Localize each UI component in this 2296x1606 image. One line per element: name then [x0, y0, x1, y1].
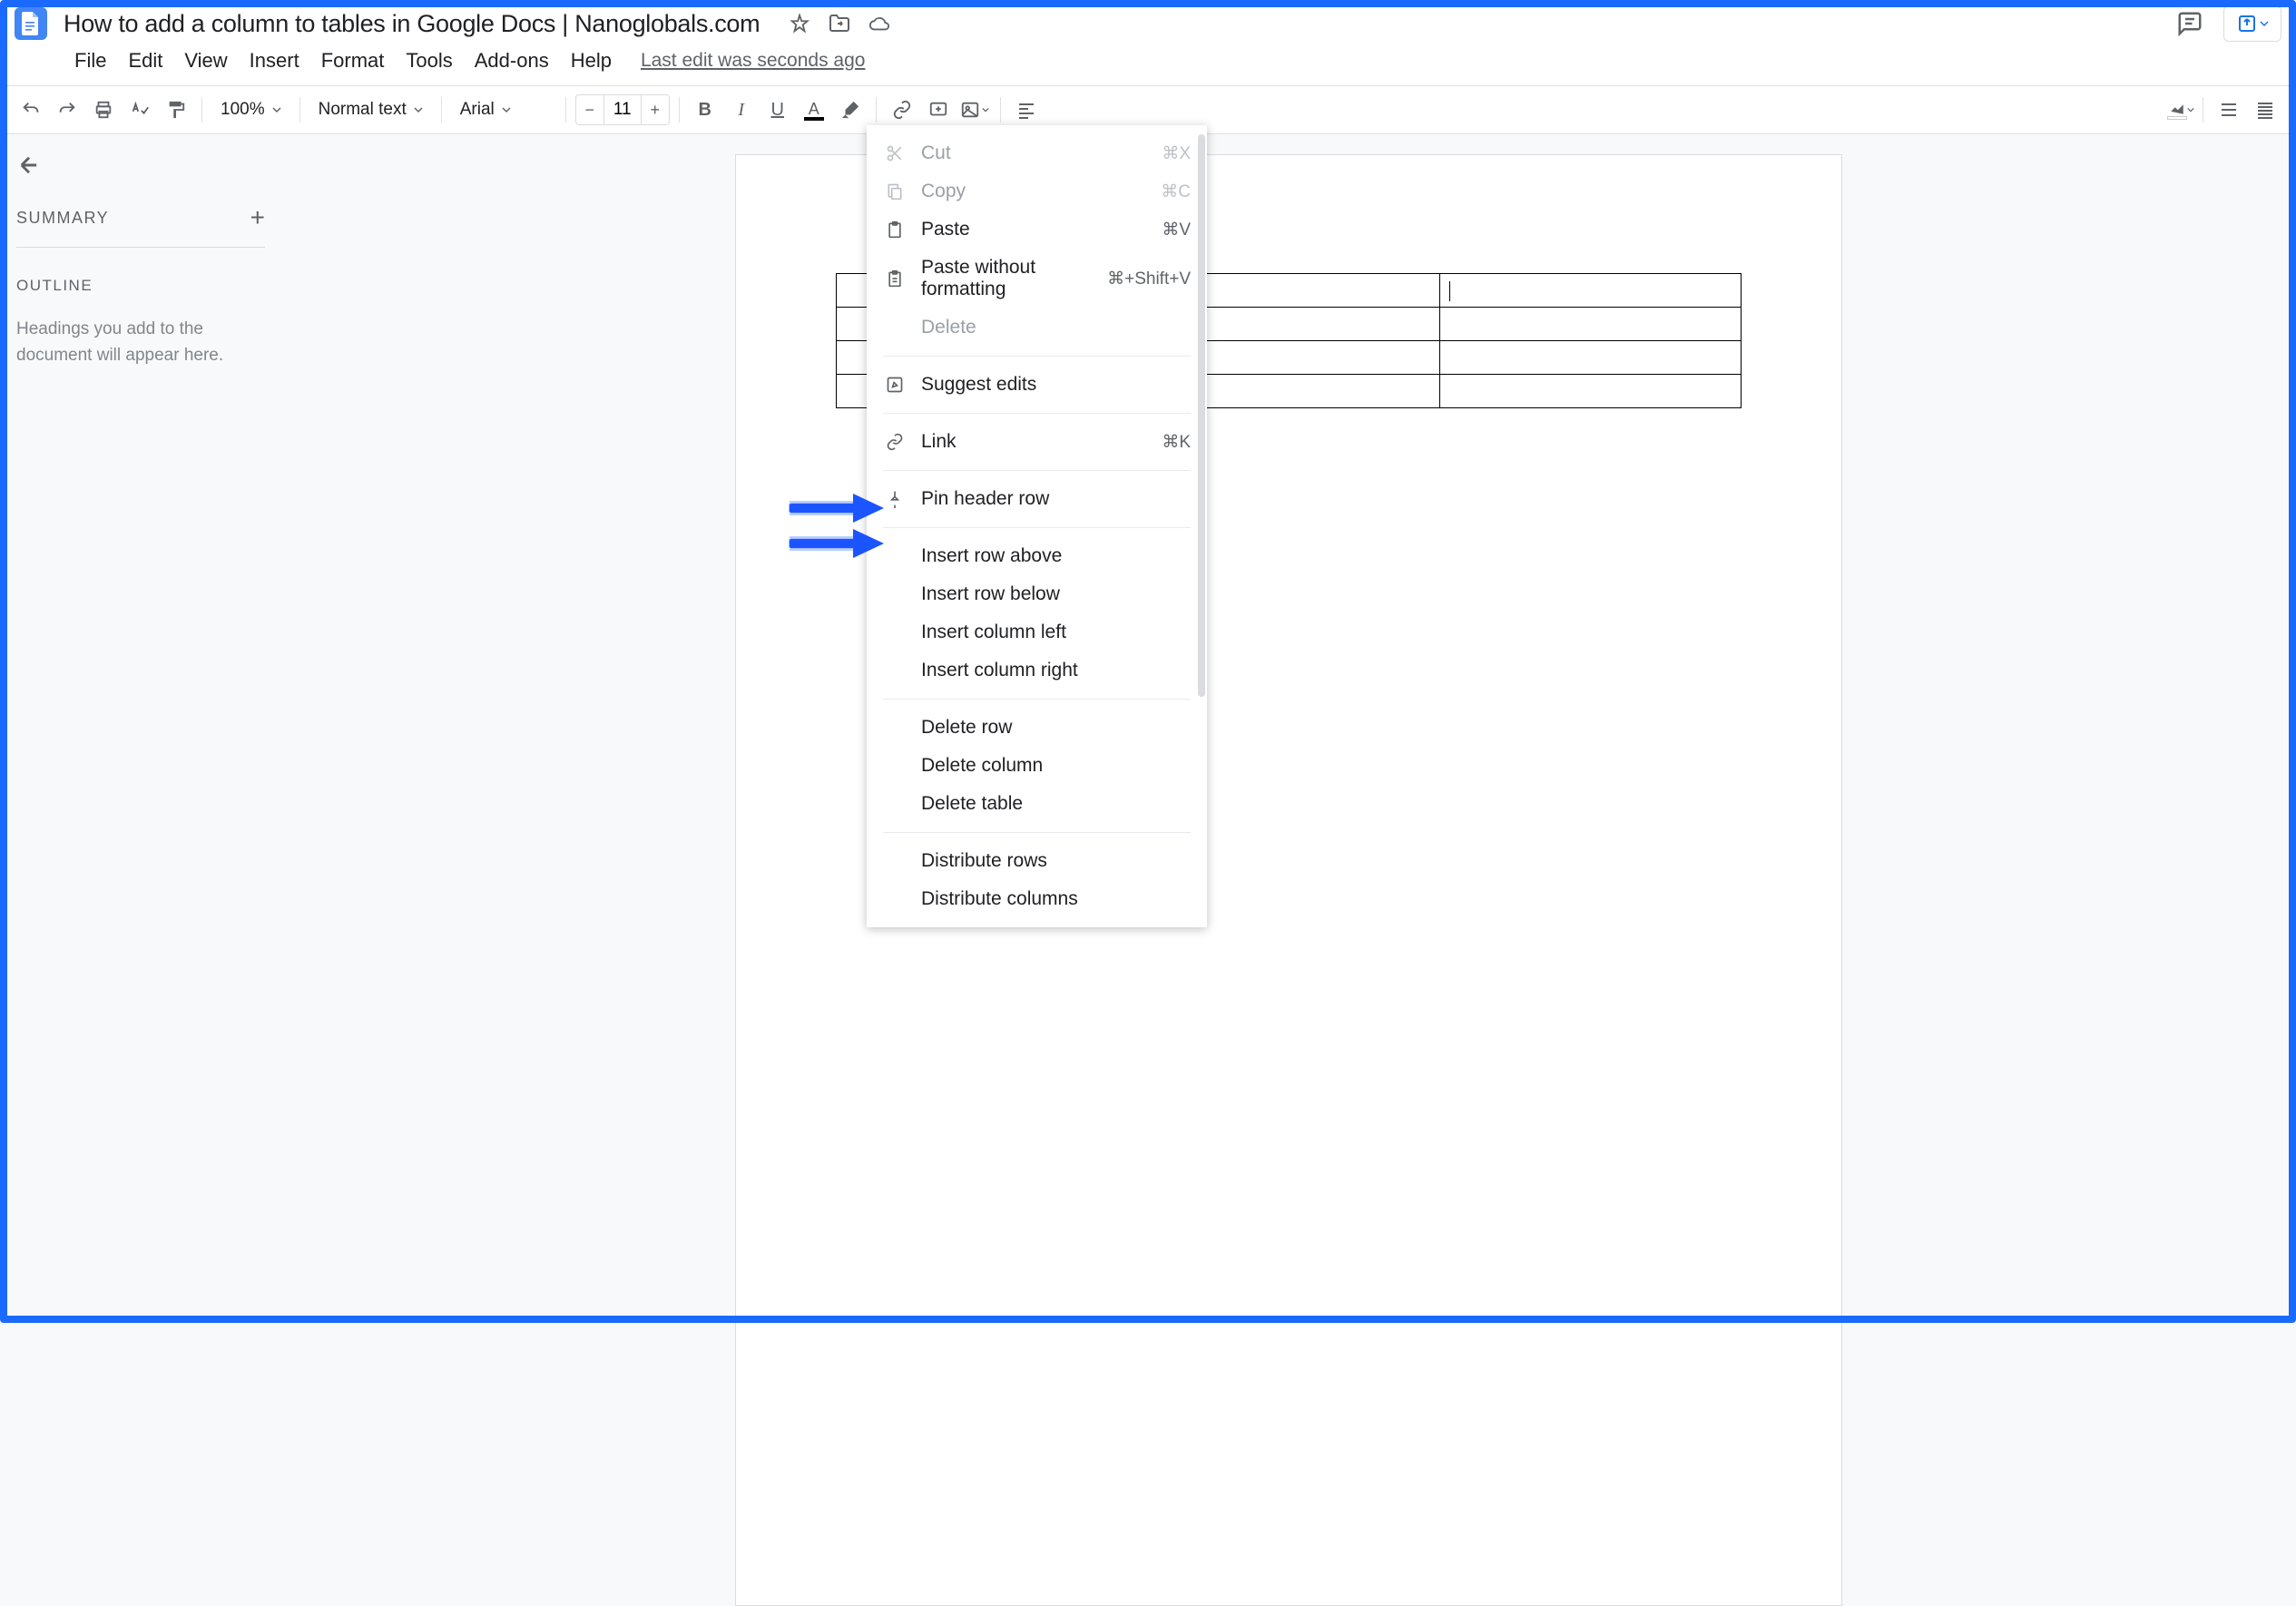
outline-hint-text: Headings you add to the document will ap… [16, 317, 265, 368]
annotation-arrow-1 [790, 495, 894, 521]
ctx-suggest-edits[interactable]: Suggest edits [867, 366, 1207, 404]
redo-button[interactable] [51, 93, 83, 126]
ctx-delete-table[interactable]: Delete table [867, 785, 1207, 823]
add-summary-button[interactable]: + [250, 203, 265, 232]
ctx-paste[interactable]: Paste⌘V [867, 211, 1207, 249]
menu-view[interactable]: View [173, 47, 238, 74]
ctx-pin-header-row[interactable]: Pin header row [867, 480, 1207, 518]
ctx-insert-row-below[interactable]: Insert row below [867, 575, 1207, 613]
font-size-input[interactable]: 11 [603, 95, 642, 124]
menu-addons[interactable]: Add-ons [464, 47, 560, 74]
menu-format[interactable]: Format [310, 47, 396, 74]
close-outline-button[interactable] [16, 152, 265, 178]
star-icon[interactable] [789, 13, 810, 34]
menu-insert[interactable]: Insert [239, 47, 310, 74]
ctx-insert-row-above[interactable]: Insert row above [867, 537, 1207, 575]
increase-font-button[interactable]: + [642, 95, 669, 124]
ctx-insert-column-right[interactable]: Insert column right [867, 651, 1207, 690]
last-edit-link[interactable]: Last edit was seconds ago [641, 50, 866, 72]
header: How to add a column to tables in Google … [0, 0, 2296, 86]
editing-mode-highlight-button[interactable] [2161, 93, 2193, 126]
bold-button[interactable]: B [689, 93, 721, 126]
annotation-arrow-2 [790, 531, 894, 556]
highlight-button[interactable] [834, 93, 867, 126]
share-button[interactable] [2223, 5, 2281, 42]
suggest-icon [883, 376, 907, 394]
menu-edit[interactable]: Edit [117, 47, 173, 74]
menu-bar: File Edit View Insert Format Tools Add-o… [0, 47, 2296, 85]
outline-heading: OUTLINE [16, 277, 265, 295]
menu-file[interactable]: File [64, 47, 117, 74]
undo-button[interactable] [15, 93, 47, 126]
open-comments-button[interactable] [2173, 6, 2207, 41]
move-folder-icon[interactable] [829, 13, 850, 34]
editing-mode-button[interactable] [2213, 93, 2245, 126]
font-select[interactable]: Arial [451, 96, 556, 123]
ctx-link[interactable]: Link⌘K [867, 423, 1207, 461]
menu-tools[interactable]: Tools [395, 47, 463, 74]
text-color-button[interactable]: A [798, 93, 830, 126]
spellcheck-button[interactable] [123, 93, 156, 126]
font-size-control: − 11 + [575, 94, 670, 125]
document-title[interactable]: How to add a column to tables in Google … [64, 10, 760, 38]
context-menu-scrollbar[interactable] [1198, 134, 1205, 697]
link-icon [883, 433, 907, 451]
decrease-font-button[interactable]: − [576, 95, 603, 124]
paste-icon [883, 220, 907, 239]
ctx-distribute-columns[interactable]: Distribute columns [867, 880, 1207, 918]
ctx-insert-column-left[interactable]: Insert column left [867, 613, 1207, 651]
docs-home-icon[interactable] [15, 7, 47, 40]
ctx-cut[interactable]: Cut⌘X [867, 134, 1207, 172]
text-cursor [1449, 281, 1451, 301]
underline-button[interactable]: U [761, 93, 794, 126]
copy-icon [883, 182, 907, 201]
document-canvas[interactable] [281, 134, 2296, 1312]
add-comment-button[interactable] [922, 93, 955, 126]
paste-plain-icon [883, 269, 907, 288]
paint-format-button[interactable] [160, 93, 192, 126]
insert-link-button[interactable] [886, 93, 918, 126]
summary-heading: SUMMARY [16, 209, 109, 228]
ctx-paste-without-formatting[interactable]: Paste without formatting⌘+Shift+V [867, 249, 1207, 308]
hide-menus-button[interactable] [2249, 93, 2281, 126]
ctx-delete-column[interactable]: Delete column [867, 747, 1207, 785]
outline-panel: SUMMARY + OUTLINE Headings you add to th… [0, 134, 281, 1312]
align-button[interactable] [1010, 93, 1043, 126]
ctx-distribute-rows[interactable]: Distribute rows [867, 842, 1207, 880]
context-menu: Cut⌘X Copy⌘C Paste⌘V Paste without forma… [867, 125, 1207, 927]
menu-help[interactable]: Help [560, 47, 623, 74]
cut-icon [883, 144, 907, 162]
paragraph-style-select[interactable]: Normal text [309, 96, 432, 123]
insert-image-button[interactable] [958, 93, 991, 126]
ctx-delete[interactable]: Delete [867, 308, 1207, 347]
zoom-select[interactable]: 100% [211, 96, 290, 123]
print-button[interactable] [87, 93, 120, 126]
ctx-copy[interactable]: Copy⌘C [867, 172, 1207, 211]
italic-button[interactable]: I [725, 93, 758, 126]
ctx-delete-row[interactable]: Delete row [867, 709, 1207, 747]
cloud-status-icon[interactable] [868, 13, 890, 34]
